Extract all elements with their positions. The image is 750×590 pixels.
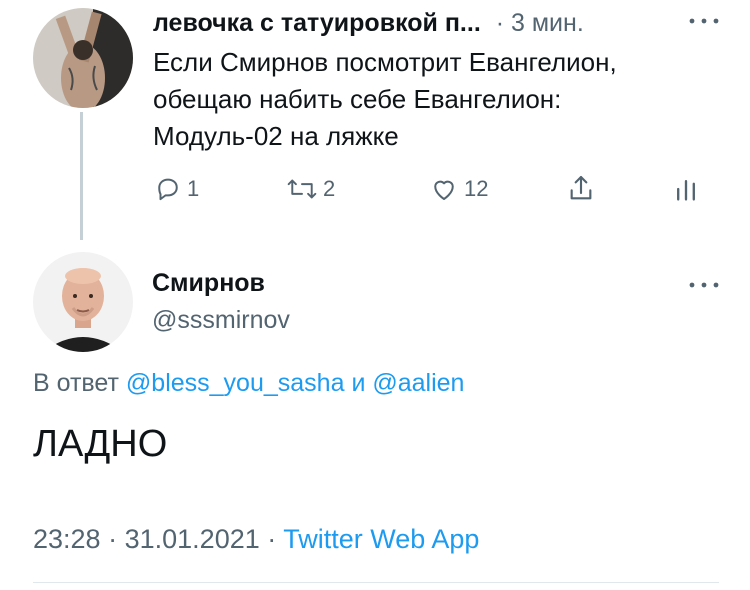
share-icon [570,175,592,200]
retweet-count: 2 [323,176,336,201]
reply-time[interactable]: 23:28 [33,524,101,554]
parent-text-line: Модуль-02 на ляжке [153,121,399,151]
parent-text-line: Если Смирнов посмотрит Евангелион, [153,47,617,77]
parent-separator: · [495,9,505,37]
bottom-divider [33,582,719,583]
analytics-icon [677,180,695,201]
reply-timestamp-line: 23:28 · 31.01.2021 · Twitter Web App [33,521,479,557]
analytics-button[interactable] [673,166,699,212]
parent-tweet-header: левочка с татуировкой п... · 3 мин. [153,4,693,44]
heart-icon [434,180,454,200]
like-button[interactable]: 12 [428,166,488,212]
reply-tweet-text: ЛАДНО [33,423,168,465]
parent-avatar-image [33,8,133,108]
reply-button[interactable]: 1 [153,166,199,212]
reply-icon [158,178,178,201]
source-link[interactable]: Twitter Web App [283,524,479,554]
thread-connector-line [80,112,83,240]
reply-date[interactable]: 31.01.2021 [125,524,260,554]
reply-avatar[interactable] [33,252,133,352]
like-count: 12 [464,176,489,201]
parent-avatar[interactable] [33,8,133,108]
reply-author-name[interactable]: Смирнов [152,266,265,300]
reply-prefix: В ответ [33,369,119,397]
reply-context: В ответ @bless_you_sasha и @aalien [33,366,464,400]
mention-link-aalien[interactable]: @aalien [372,369,464,397]
retweet-icon [287,179,317,199]
share-button[interactable] [565,166,597,212]
reply-count: 1 [187,176,200,201]
meta-dot: · [108,524,118,554]
parent-text-line: обещаю набить себе Евангелион: [153,84,562,114]
retweet-button[interactable]: 2 [285,166,335,212]
reply-author-handle[interactable]: @sssmirnov [152,303,290,337]
parent-author-name[interactable]: левочка с татуировкой п... [153,9,481,37]
parent-action-bar: 1 2 12 [153,166,713,212]
mention-link-bless-you-sasha[interactable]: @bless_you_sasha [126,369,345,397]
parent-time[interactable]: 3 мин. [511,9,584,37]
reply-more-icon[interactable] [684,270,724,300]
reply-avatar-image [33,252,133,352]
parent-tweet-text: Если Смирнов посмотрит Евангелион, обеща… [153,44,723,155]
parent-more-icon[interactable] [684,6,724,36]
reply-and: и [351,369,366,397]
meta-dot: · [267,524,277,554]
